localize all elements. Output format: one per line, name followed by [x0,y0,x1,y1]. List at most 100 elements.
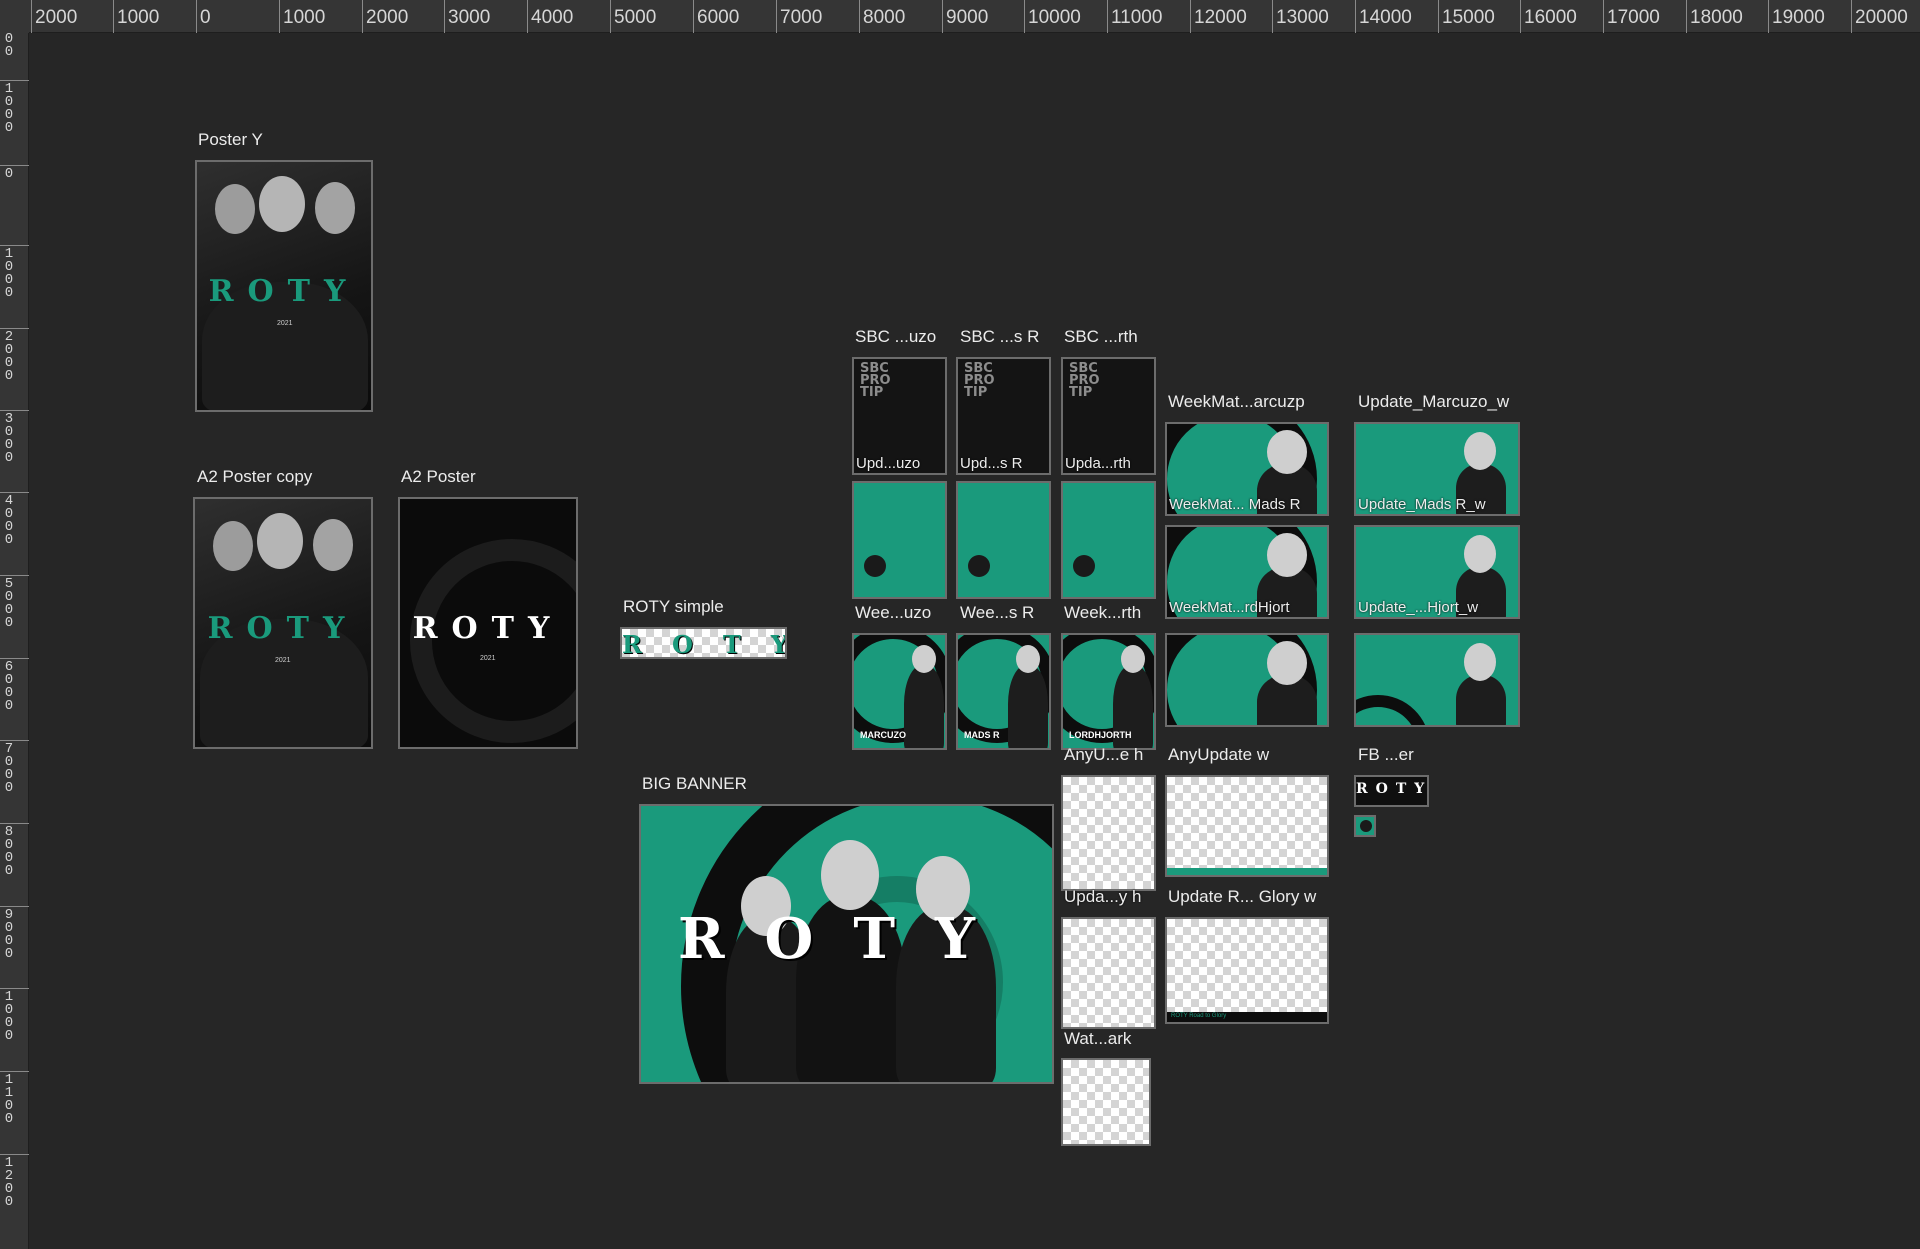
artboard-sbc-1[interactable]: SBC PRO TIP Upd...uzo [852,357,947,475]
sbc-title: SBC PRO TIP [1069,361,1100,400]
artboard-label-big-banner[interactable]: BIG BANNER [642,774,747,794]
artboard-label-sbc-2[interactable]: SBC ...s R [960,327,1039,347]
artboard-label-sbc-1[interactable]: SBC ...uzo [855,327,936,347]
ruler-origin-corner[interactable] [0,0,29,33]
ruler-tick-label: 11000 [1106,0,1163,33]
ruler-tick-label: 6000 [692,0,740,33]
year-text: 2021 [480,655,496,662]
ruler-tick-mark [0,658,29,659]
overlay-label: WeekMat... Mads R [1169,496,1301,513]
roty-wordmark: ROTY [207,611,359,646]
overlay-label: Upd...s R [960,455,1023,472]
artboard-a2-poster[interactable]: ROTY 2021 [398,497,578,749]
artboard-watermark[interactable] [1061,1058,1151,1146]
ruler-tick-mark [0,988,29,989]
artboard-label-weekmat[interactable]: WeekMat...arcuzp [1168,392,1305,412]
artboard-teal-2[interactable] [956,481,1051,599]
ruler-tick-label: 9000 [941,0,989,33]
artboard-weekmat-1[interactable]: WeekMat... Mads R [1165,422,1329,516]
ruler-tick-label: 0 [4,166,14,182]
artboard-weekmat-3[interactable] [1165,633,1329,727]
ruler-tick-mark [0,823,29,824]
artboard-fb-cover[interactable]: ROTY [1354,775,1429,807]
artboard-label-wee-3[interactable]: Week...rth [1064,603,1141,623]
player-figure [1456,675,1506,725]
player-head [1464,535,1496,573]
avatar-graphic [864,555,886,577]
footer-strip: ROTY Road to Glory [1167,1012,1327,1022]
logo-icon [1360,820,1372,832]
ruler-tick-label: 7000 [775,0,823,33]
artboard-label-update[interactable]: Update_Marcuzo_w [1358,392,1509,412]
artboard-label-a2-poster-copy[interactable]: A2 Poster copy [197,467,312,487]
ruler-tick-label: 7 0 0 0 [4,741,14,796]
artboard-label-wee-1[interactable]: Wee...uzo [855,603,931,623]
artboard-wee-1[interactable]: MARCUZO [852,633,947,750]
artboard-update-1[interactable]: Update_Mads R_w [1354,422,1520,516]
ruler-tick-label: 5 0 0 0 [4,576,14,631]
ruler-tick-label: 2000 [361,0,409,33]
artboard-label-anyu-h[interactable]: AnyU...e h [1064,745,1143,765]
artboard-big-banner[interactable]: ROTY [639,804,1054,1084]
artboard-wee-3[interactable]: LORDHJORTH [1061,633,1156,750]
artboard-label-anyupdate-w[interactable]: AnyUpdate w [1168,745,1269,765]
artboard-label-poster-y[interactable]: Poster Y [198,130,263,150]
artboard-label-a2-poster[interactable]: A2 Poster [401,467,476,487]
player-head [215,184,255,234]
overlay-label: WeekMat...rdHjort [1169,599,1290,616]
artboard-weekmat-2[interactable]: WeekMat...rdHjort [1165,525,1329,619]
player-head [821,840,879,910]
artboard-update-r-glory[interactable]: ROTY Road to Glory [1165,917,1329,1024]
artboard-fb-icon[interactable] [1354,815,1376,837]
artboard-update-2[interactable]: Update_...Hjort_w [1354,525,1520,619]
player-name: MADS R [964,730,1000,740]
sbc-title: SBC PRO TIP [860,361,891,400]
player-head [315,182,355,234]
ruler-tick-label: 1 0 0 0 [4,81,14,136]
ruler-tick-label: 5000 [609,0,657,33]
artboard-upda-y-h[interactable] [1061,917,1156,1029]
player-head [259,176,305,232]
artboard-poster-y[interactable]: ROTY 2021 [195,160,373,412]
artboard-label-roty-simple[interactable]: ROTY simple [623,597,724,617]
artboard-wee-2[interactable]: MADS R [956,633,1051,750]
ruler-tick-label: 1000 [112,0,160,33]
ruler-tick-mark [0,1154,29,1155]
horizontal-ruler[interactable]: 2000 1000 0 1000 2000 3000 4000 5000 6000 7000 800… [0,0,1920,33]
ruler-tick-label: 1000 [278,0,326,33]
roty-wordmark: ROTY [678,906,1015,972]
ruler-tick-label: 0 0 [4,31,14,60]
artboard-anyupdate-w[interactable] [1165,775,1329,877]
avatar-graphic [1073,555,1095,577]
artboard-label-watermark[interactable]: Wat...ark [1064,1029,1131,1049]
overlay-label: Update_...Hjort_w [1358,599,1479,616]
artboard-label-sbc-3[interactable]: SBC ...rth [1064,327,1138,347]
ruler-tick-mark [0,245,29,246]
ruler-tick-mark [0,575,29,576]
artboard-roty-simple[interactable]: ROTY [620,627,787,659]
artboard-label-update-r-glory[interactable]: Update R... Glory w [1168,887,1316,907]
artboard-teal-1[interactable] [852,481,947,599]
artboard-anyu-h[interactable]: Upda...y h [1061,775,1156,891]
artboard-sbc-3[interactable]: SBC PRO TIP Upda...rth [1061,357,1156,475]
overlay-label: Upd...uzo [856,455,921,472]
ruler-tick-label: 8000 [858,0,906,33]
ruler-tick-label: 17000 [1603,0,1660,33]
artboard-label-fb-er[interactable]: FB ...er [1358,745,1414,765]
artboard-sbc-2[interactable]: SBC PRO TIP Upd...s R [956,357,1051,475]
player-head [1267,430,1307,474]
ruler-tick-label: 1 0 0 0 [4,246,14,301]
ruler-tick-label: 1 0 0 0 [4,989,14,1044]
ruler-tick-label: 3 0 0 0 [4,411,14,466]
artboard-label-wee-2[interactable]: Wee...s R [960,603,1034,623]
year-text: 2021 [275,657,291,664]
ruler-tick-mark [0,80,29,81]
artboard-teal-3[interactable] [1061,481,1156,599]
ruler-tick-label: 20000 [1851,0,1908,33]
ruler-tick-label: 1 2 0 0 [4,1155,14,1210]
artboard-update-3[interactable] [1354,633,1520,727]
ruler-tick-label: 1 1 0 0 [4,1072,14,1127]
artboard-a2-poster-copy[interactable]: ROTY 2021 [193,497,373,749]
ruler-tick-label: 4 0 0 0 [4,493,14,548]
vertical-ruler[interactable]: 0 0 1 0 0 0 0 1 0 0 0 2 0 0 0 3 0 0 0 4 0 0 0 5… [0,30,29,1249]
